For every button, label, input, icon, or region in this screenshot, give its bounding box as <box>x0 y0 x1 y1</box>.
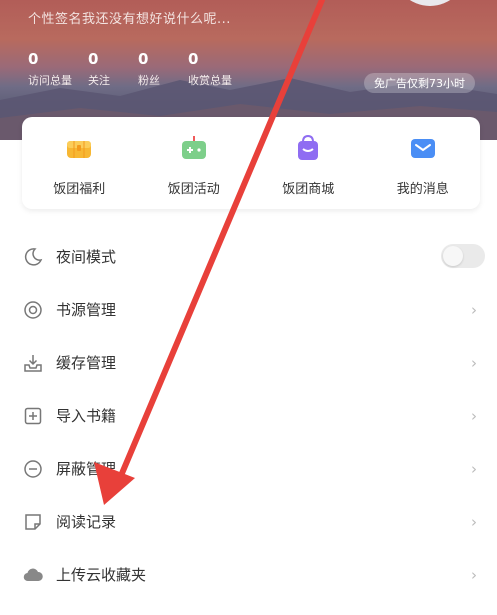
note-icon <box>22 511 44 533</box>
profile-stats: 0 访问总量 0 关注 0 粉丝 0 收赏总量 <box>28 50 248 88</box>
stat-value: 0 <box>188 50 199 68</box>
entry-label: 我的消息 <box>396 182 449 197</box>
stat-visits[interactable]: 0 访问总量 <box>28 50 88 88</box>
stat-label: 收赏总量 <box>188 74 232 87</box>
entry-label: 饭团商城 <box>282 182 335 197</box>
envelope-icon <box>407 132 439 164</box>
entry-label: 饭团福利 <box>53 182 106 197</box>
treasure-chest-icon <box>63 132 95 164</box>
shopping-bag-icon <box>292 132 324 164</box>
stat-label: 粉丝 <box>138 74 160 87</box>
stat-label: 关注 <box>88 74 110 87</box>
cloud-icon <box>22 564 44 586</box>
entry-welfare[interactable]: 饭团福利 <box>22 117 137 209</box>
menu-item-book-source[interactable]: 书源管理 › <box>0 283 497 336</box>
chevron-right-icon: › <box>471 354 477 372</box>
menu-item-label: 导入书籍 <box>56 407 117 425</box>
night-mode-toggle[interactable] <box>441 244 485 268</box>
menu-item-label: 书源管理 <box>56 301 117 319</box>
stat-followers[interactable]: 0 粉丝 <box>138 50 188 88</box>
menu-item-label: 缓存管理 <box>56 354 117 372</box>
stat-value: 0 <box>138 50 149 68</box>
import-file-icon <box>22 405 44 427</box>
menu-item-label: 阅读记录 <box>56 513 117 531</box>
menu-item-upload-cloud[interactable]: 上传云收藏夹 › <box>0 548 497 601</box>
menu-item-label: 屏蔽管理 <box>56 460 117 478</box>
entry-messages[interactable]: 我的消息 <box>366 117 481 209</box>
entry-mall[interactable]: 饭团商城 <box>251 117 366 209</box>
toggle-knob <box>443 246 463 266</box>
menu-item-label: 上传云收藏夹 <box>56 566 147 584</box>
chevron-right-icon: › <box>471 513 477 531</box>
stat-value: 0 <box>28 50 39 68</box>
quick-entry-card: 饭团福利 饭团活动 饭团商城 我的消息 <box>22 117 480 209</box>
chevron-right-icon: › <box>471 566 477 584</box>
profile-signature[interactable]: 个性签名我还没有想好说什么呢... <box>28 8 231 27</box>
stat-rewards[interactable]: 0 收赏总量 <box>188 50 248 88</box>
entry-activity[interactable]: 饭团活动 <box>137 117 252 209</box>
entry-label: 饭团活动 <box>167 182 220 197</box>
menu-item-label: 夜间模式 <box>56 248 117 266</box>
block-icon <box>22 458 44 480</box>
stat-value: 0 <box>88 50 99 68</box>
chevron-right-icon: › <box>471 407 477 425</box>
menu-item-block[interactable]: 屏蔽管理 › <box>0 442 497 495</box>
game-controller-icon <box>178 132 210 164</box>
menu-item-cache[interactable]: 缓存管理 › <box>0 336 497 389</box>
download-tray-icon <box>22 352 44 374</box>
chevron-right-icon: › <box>471 460 477 478</box>
target-icon <box>22 299 44 321</box>
ad-free-badge[interactable]: 免广告仅剩73小时 <box>364 73 475 93</box>
menu-item-night-mode[interactable]: 夜间模式 <box>0 230 497 283</box>
menu-item-reading-history[interactable]: 阅读记录 › <box>0 495 497 548</box>
stat-label: 访问总量 <box>28 74 72 87</box>
avatar[interactable] <box>393 0 467 6</box>
moon-icon <box>22 246 44 268</box>
settings-menu: 夜间模式 书源管理 › 缓存管理 › 导入书籍 › 屏蔽管理 › 阅读记录 › … <box>0 230 497 601</box>
stat-following[interactable]: 0 关注 <box>88 50 138 88</box>
menu-item-import-books[interactable]: 导入书籍 › <box>0 389 497 442</box>
chevron-right-icon: › <box>471 301 477 319</box>
